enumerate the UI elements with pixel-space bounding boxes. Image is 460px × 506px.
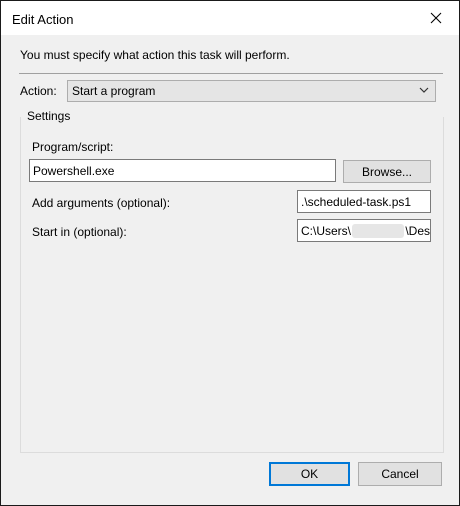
start-in-suffix: \Des <box>405 223 430 238</box>
program-script-label: Program/script: <box>32 140 114 154</box>
start-in-prefix: C:\Users\ <box>301 223 352 238</box>
redacted-username <box>352 223 405 238</box>
arguments-value: .\scheduled-task.ps1 <box>301 194 412 209</box>
edit-action-dialog: Edit Action You must specify what action… <box>0 0 460 506</box>
ok-button[interactable]: OK <box>269 462 350 486</box>
close-button[interactable] <box>413 1 459 35</box>
arguments-input[interactable]: .\scheduled-task.ps1 <box>297 190 431 213</box>
chevron-down-icon <box>419 87 429 93</box>
browse-button-label: Browse... <box>361 164 412 179</box>
instruction-text: You must specify what action this task w… <box>20 48 290 62</box>
program-script-input[interactable]: Powershell.exe <box>29 159 336 182</box>
settings-group-label: Settings <box>27 109 71 123</box>
start-in-label: Start in (optional): <box>32 225 127 239</box>
browse-button[interactable]: Browse... <box>343 160 431 183</box>
close-icon <box>430 12 442 24</box>
action-selected-value: Start a program <box>72 84 156 98</box>
action-dropdown[interactable]: Start a program <box>67 80 436 102</box>
cancel-button-label: Cancel <box>381 467 419 481</box>
dialog-body: You must specify what action this task w… <box>1 35 459 505</box>
title-bar: Edit Action <box>1 1 459 35</box>
cancel-button[interactable]: Cancel <box>358 462 442 486</box>
action-label: Action: <box>20 84 57 98</box>
program-script-value: Powershell.exe <box>33 163 115 178</box>
ok-button-label: OK <box>300 467 319 481</box>
separator <box>19 73 443 74</box>
start-in-input[interactable]: C:\Users\ \Des <box>297 219 431 242</box>
arguments-label: Add arguments (optional): <box>32 196 171 210</box>
window-title: Edit Action <box>12 12 74 27</box>
